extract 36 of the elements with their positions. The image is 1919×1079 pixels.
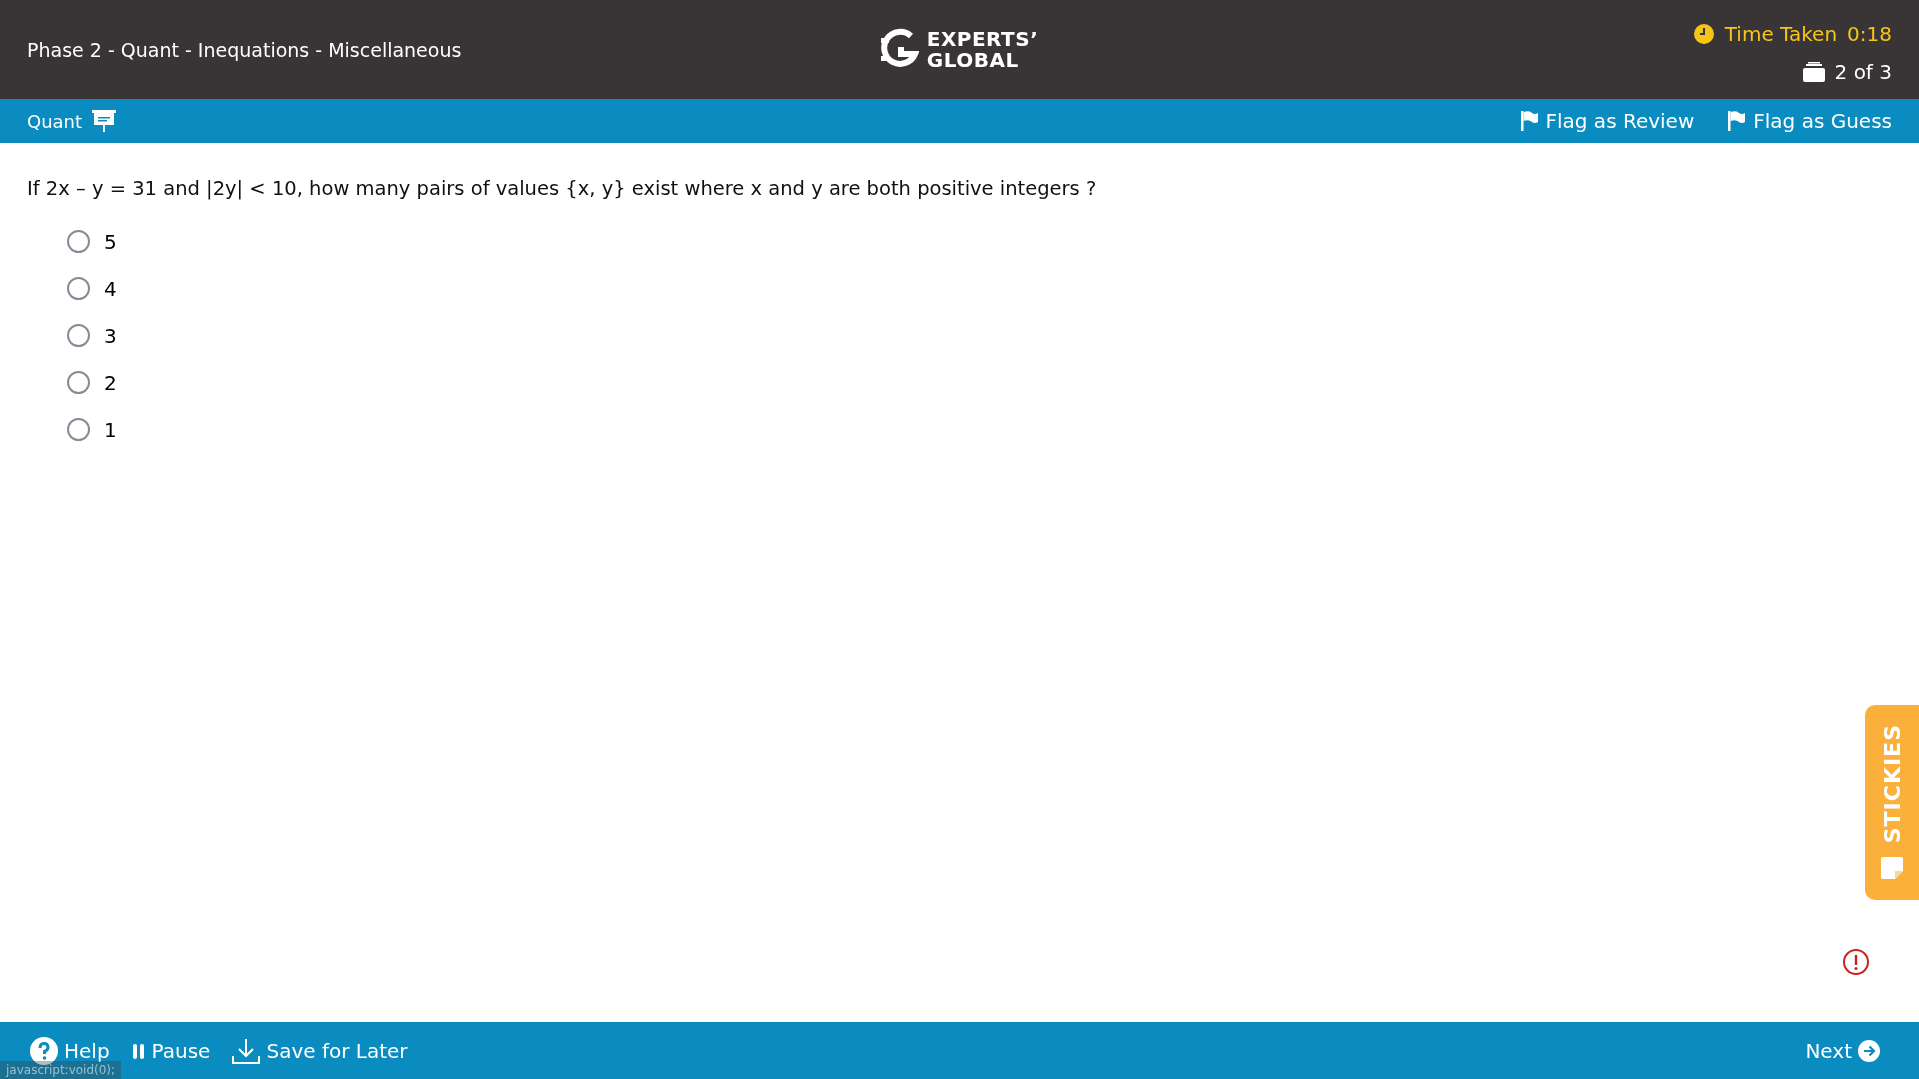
stickies-label: STICKIES [1879,723,1905,844]
alert-icon[interactable] [1842,948,1870,976]
arrow-right-icon [1858,1039,1880,1062]
flag-icon [1520,111,1538,131]
presentation-icon [92,109,117,133]
radio-button[interactable] [67,418,90,441]
next-button[interactable]: Next [1805,1038,1880,1063]
help-icon [30,1036,58,1065]
radio-button[interactable] [67,324,90,347]
logo-text: EXPERTS’ [926,28,1039,50]
flag-button[interactable]: Flag as Guess [1728,109,1892,133]
timer-label: Time Taken [1724,21,1838,46]
pause-button[interactable]: Pause [131,1038,211,1063]
pause-icon [131,1041,146,1060]
option-label: 2 [104,370,117,395]
logo-text: GLOBAL [926,49,1020,71]
flag-icon [1728,111,1746,131]
save-for-later-button[interactable]: Save for Later [232,1037,408,1064]
option-label: 1 [104,417,117,442]
option-label: 5 [104,229,117,254]
question-counter: 2 of 3 [1834,59,1892,84]
stack-icon [1802,61,1825,82]
question-text: If 2x – y = 31 and |2y| < 10, how many pairs of values {x, y} exist where x and y are both positive integers ? [27,177,1098,200]
section-name: Quant [27,110,83,132]
status-url-hint: javascript:void(0); [0,1061,122,1079]
download-icon [232,1037,261,1064]
timer-value: 0:18 [1847,21,1892,46]
flag-button[interactable]: Flag as Review [1520,109,1695,133]
radio-button[interactable] [67,230,90,253]
option-label: 3 [104,323,117,348]
clock-icon [1692,22,1715,45]
radio-button[interactable] [67,371,90,394]
page-title: Phase 2 - Quant - Inequations - Miscellaneous [27,38,463,61]
radio-button[interactable] [67,277,90,300]
sticky-note-icon [1879,855,1905,882]
option-label: 4 [104,276,117,301]
